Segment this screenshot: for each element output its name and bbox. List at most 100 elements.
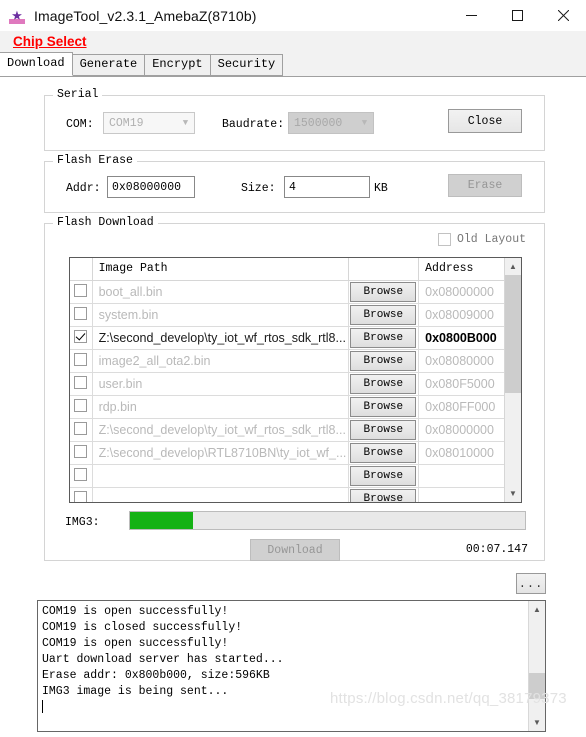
tab-download[interactable]: Download (0, 52, 73, 76)
erase-size-input[interactable]: 4 (284, 176, 370, 198)
row-select-cell[interactable] (70, 487, 93, 502)
row-image-path[interactable]: system.bin (92, 303, 349, 327)
row-checkbox[interactable] (74, 398, 88, 412)
table-row: image2_all_ota2.bin Browse 0x08080000 (70, 349, 504, 373)
flash-erase-group-title: Flash Erase (53, 154, 137, 167)
serial-group: Serial COM: COM19 ▼ Baudrate: 1500000 ▼ … (44, 88, 545, 151)
row-address[interactable] (418, 487, 504, 502)
log-console-text: COM19 is open successfully! COM19 is clo… (38, 601, 528, 731)
row-image-path[interactable]: Z:\second_develop\ty_iot_wf_rtos_sdk_rtl… (92, 418, 349, 442)
tab-strip: Download Generate Encrypt Security (0, 52, 586, 77)
row-select-cell[interactable] (70, 303, 93, 327)
tab-security[interactable]: Security (209, 54, 284, 76)
row-address[interactable]: 0x08000000 (418, 280, 504, 304)
com-label: COM: (66, 118, 94, 131)
row-checkbox[interactable] (74, 283, 88, 297)
row-checkbox[interactable] (74, 306, 88, 320)
com-port-select[interactable]: COM19 ▼ (103, 112, 195, 134)
log-scroll-down-icon[interactable]: ▼ (529, 714, 545, 731)
chip-select-link[interactable]: Chip Select (13, 34, 87, 49)
column-header-address: Address (418, 258, 504, 281)
scrollbar-track[interactable] (505, 275, 521, 485)
row-address[interactable] (418, 464, 504, 488)
browse-button[interactable]: Browse (350, 373, 417, 394)
row-image-path[interactable]: image2_all_ota2.bin (92, 349, 349, 373)
com-port-value: COM19 (109, 116, 144, 130)
row-image-path[interactable]: user.bin (92, 372, 349, 396)
row-select-cell[interactable] (70, 441, 93, 465)
table-row: Z:\second_develop\ty_iot_wf_rtos_sdk_rtl… (70, 326, 504, 350)
browse-button[interactable]: Browse (350, 442, 417, 463)
baudrate-value: 1500000 (294, 116, 343, 130)
application-window: ★ ImageTool_v2.3.1_AmebaZ(8710b) Chip Se… (0, 0, 586, 737)
title-bar: ★ ImageTool_v2.3.1_AmebaZ(8710b) (0, 0, 586, 31)
row-image-path[interactable]: Z:\second_develop\ty_iot_wf_rtos_sdk_rtl… (92, 326, 349, 350)
row-checkbox[interactable] (74, 375, 88, 389)
menu-bar: Chip Select (0, 31, 586, 55)
row-image-path[interactable]: rdp.bin (92, 395, 349, 419)
erase-button[interactable]: Erase (448, 174, 522, 197)
text-caret (42, 700, 43, 713)
row-checkbox[interactable] (74, 490, 88, 502)
download-tab-panel: Serial COM: COM19 ▼ Baudrate: 1500000 ▼ … (0, 77, 586, 737)
row-checkbox[interactable] (74, 329, 88, 343)
row-select-cell[interactable] (70, 395, 93, 419)
table-row: Z:\second_develop\RTL8710BN\ty_iot_wf_..… (70, 441, 504, 465)
browse-button[interactable]: Browse (350, 304, 417, 325)
scroll-down-icon[interactable]: ▼ (505, 485, 521, 502)
row-address[interactable]: 0x08009000 (418, 303, 504, 327)
row-select-cell[interactable] (70, 326, 93, 350)
flash-download-group-title: Flash Download (53, 216, 158, 229)
image-table-scrollbar[interactable]: ▲ ▼ (504, 258, 521, 502)
table-header-row: Image Path Address (70, 258, 504, 281)
row-checkbox[interactable] (74, 352, 88, 366)
browse-button[interactable]: Browse (350, 396, 417, 417)
row-image-path[interactable]: Z:\second_develop\RTL8710BN\ty_iot_wf_..… (92, 441, 349, 465)
table-row: rdp.bin Browse 0x080FF000 (70, 395, 504, 419)
log-console[interactable]: COM19 is open successfully! COM19 is clo… (37, 600, 546, 732)
maximize-button[interactable] (494, 0, 540, 31)
browse-button[interactable]: Browse (350, 488, 417, 502)
row-browse-cell: Browse (348, 303, 420, 327)
row-checkbox[interactable] (74, 444, 88, 458)
row-image-path[interactable]: boot_all.bin (92, 280, 349, 304)
close-button[interactable] (540, 0, 586, 31)
scrollbar-thumb[interactable] (505, 275, 521, 393)
browse-button[interactable]: Browse (350, 465, 417, 486)
browse-button[interactable]: Browse (350, 281, 417, 302)
table-row: boot_all.bin Browse 0x08000000 (70, 280, 504, 304)
minimize-button[interactable] (448, 0, 494, 31)
image-table-body: boot_all.bin Browse 0x08000000 system.bin Br… (70, 280, 504, 502)
log-scrollbar-track[interactable] (529, 618, 545, 714)
serial-close-button[interactable]: Close (448, 109, 522, 133)
log-scroll-up-icon[interactable]: ▲ (529, 601, 545, 618)
row-checkbox[interactable] (74, 467, 88, 481)
row-address[interactable]: 0x080F5000 (418, 372, 504, 396)
row-image-path[interactable] (92, 487, 349, 502)
row-select-cell[interactable] (70, 418, 93, 442)
tab-generate[interactable]: Generate (71, 54, 146, 76)
row-select-cell[interactable] (70, 372, 93, 396)
row-checkbox[interactable] (74, 421, 88, 435)
tab-encrypt[interactable]: Encrypt (144, 54, 211, 76)
row-address[interactable]: 0x08000000 (418, 418, 504, 442)
more-options-button[interactable]: ... (516, 573, 546, 594)
row-address[interactable]: 0x08080000 (418, 349, 504, 373)
log-scrollbar-thumb[interactable] (529, 673, 545, 699)
browse-button[interactable]: Browse (350, 419, 417, 440)
row-select-cell[interactable] (70, 464, 93, 488)
row-address[interactable]: 0x08010000 (418, 441, 504, 465)
old-layout-checkbox[interactable]: Old Layout (437, 233, 526, 246)
browse-button[interactable]: Browse (350, 350, 417, 371)
scroll-up-icon[interactable]: ▲ (505, 258, 521, 275)
row-image-path[interactable] (92, 464, 349, 488)
log-scrollbar[interactable]: ▲ ▼ (528, 601, 545, 731)
row-select-cell[interactable] (70, 349, 93, 373)
row-address[interactable]: 0x0800B000 (418, 326, 504, 350)
download-button[interactable]: Download (250, 539, 340, 561)
erase-addr-input[interactable]: 0x08000000 (107, 176, 195, 198)
baudrate-select[interactable]: 1500000 ▼ (288, 112, 374, 134)
row-address[interactable]: 0x080FF000 (418, 395, 504, 419)
row-select-cell[interactable] (70, 280, 93, 304)
browse-button[interactable]: Browse (350, 327, 417, 348)
